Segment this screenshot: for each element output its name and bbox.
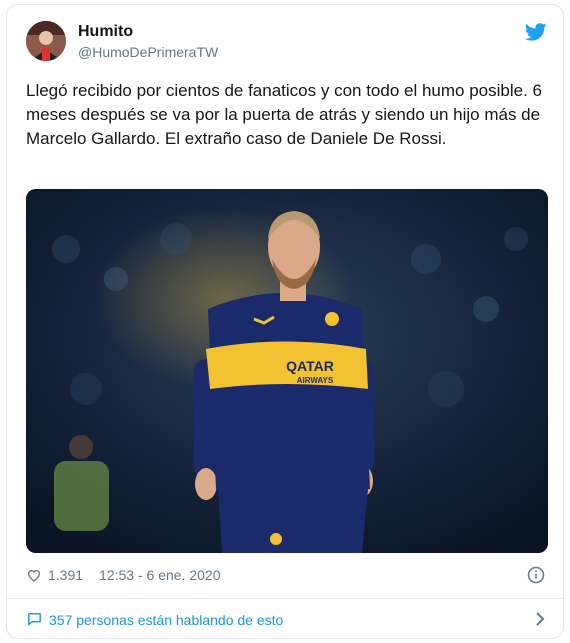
chevron-right-icon[interactable] — [533, 611, 547, 627]
conversation-label: 357 personas están hablando de esto — [49, 611, 284, 628]
avatar[interactable] — [26, 21, 66, 61]
tweet-photo[interactable]: QATAR AIRWAYS — [26, 189, 548, 553]
tweet-meta: 1.391 12:53 - 6 ene. 2020 — [26, 567, 220, 583]
twitter-bird-icon[interactable] — [525, 23, 547, 41]
heart-icon[interactable] — [26, 567, 42, 583]
svg-text:QATAR: QATAR — [286, 358, 334, 374]
conversation-link[interactable]: 357 personas están hablando de esto — [26, 611, 283, 628]
tweet-timestamp[interactable]: 12:53 - 6 ene. 2020 — [99, 567, 220, 583]
tweet-card: Humito @HumoDePrimeraTW Llegó recibido p… — [6, 4, 564, 639]
tweet-text: Llegó recibido por cientos de fanaticos … — [26, 81, 542, 148]
user-handle[interactable]: @HumoDePrimeraTW — [78, 44, 218, 60]
svg-text:AIRWAYS: AIRWAYS — [297, 376, 334, 385]
info-icon[interactable] — [527, 566, 545, 584]
like-count[interactable]: 1.391 — [48, 567, 83, 583]
divider — [7, 598, 563, 599]
speech-bubble-icon — [28, 613, 41, 626]
user-name[interactable]: Humito — [78, 23, 133, 41]
